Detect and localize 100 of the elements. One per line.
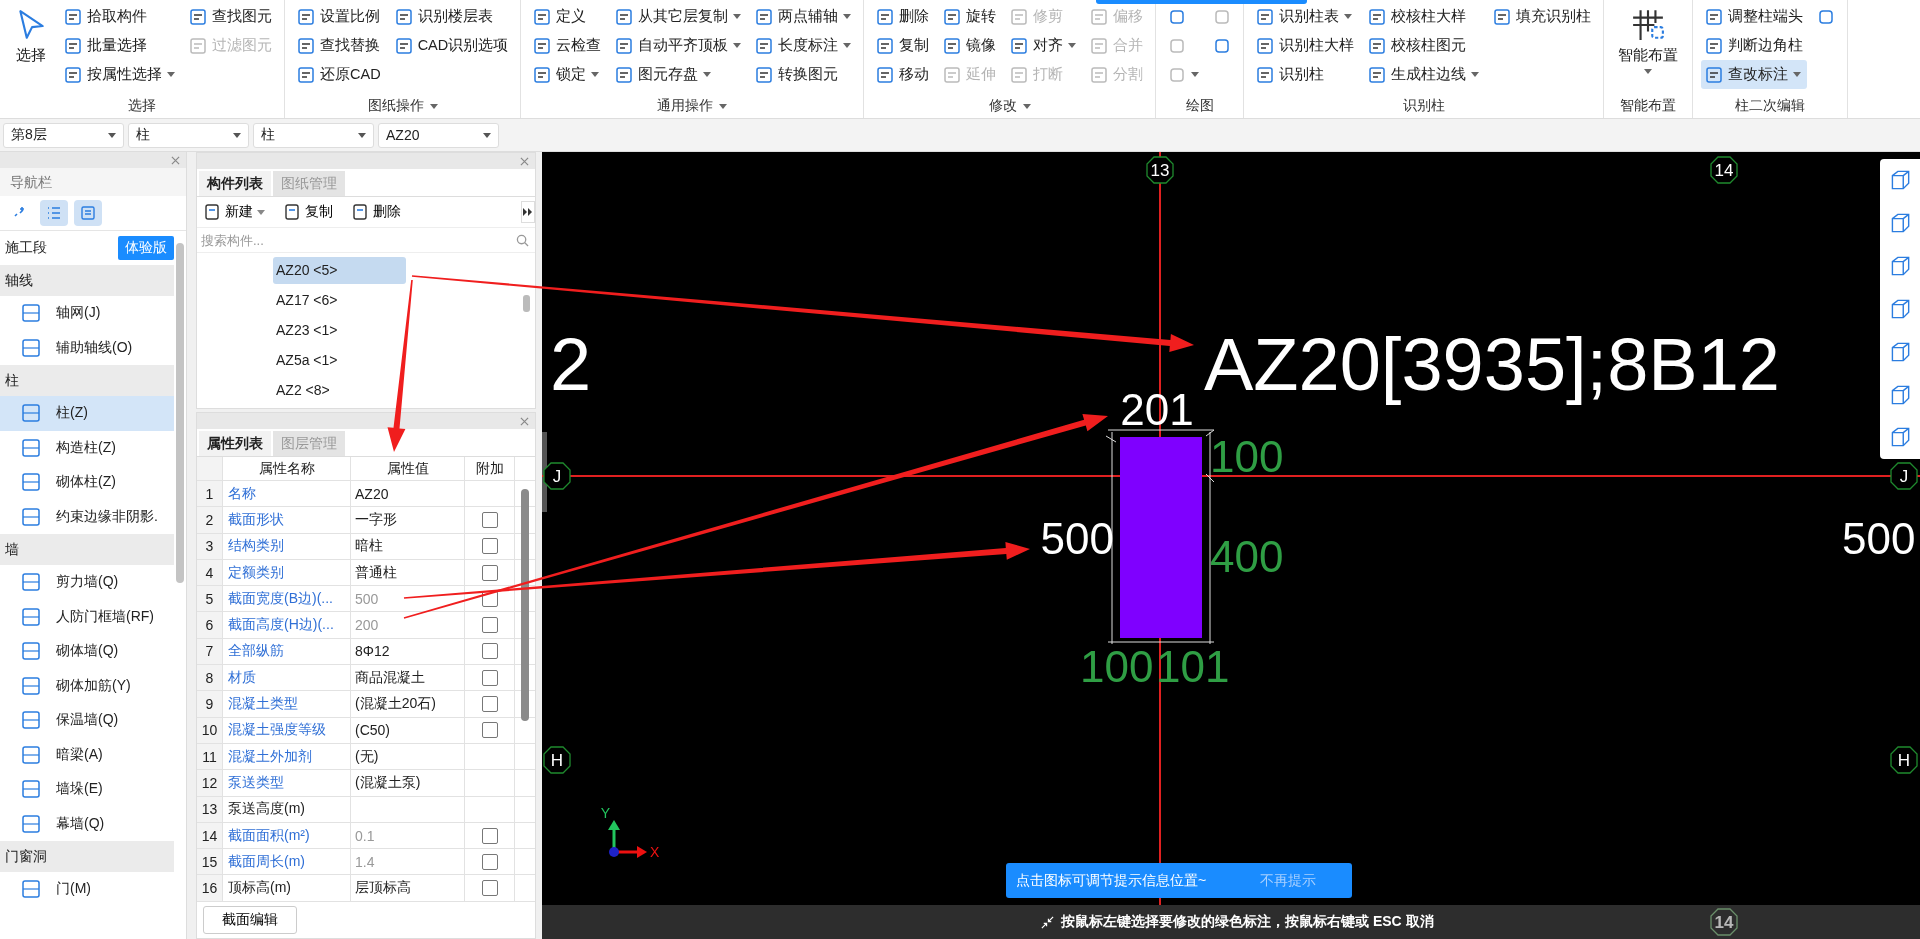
ribbon-button[interactable]: 批量选择	[60, 31, 179, 60]
view-toggle-button[interactable]	[74, 200, 102, 226]
property-value[interactable]: 一字形	[351, 507, 465, 533]
nav-item[interactable]: 轴网(J)	[0, 296, 174, 331]
ribbon-button[interactable]: 查找替换	[293, 31, 385, 60]
dimension-label[interactable]: 100	[1080, 641, 1154, 693]
ribbon-button[interactable]: 校核柱图元	[1364, 31, 1484, 60]
nav-item[interactable]: 约束边缘非阴影.	[0, 499, 174, 534]
section-edit-button[interactable]: 截面编辑	[203, 905, 297, 934]
ribbon-button[interactable]: 查改标注	[1701, 60, 1808, 89]
nav-item[interactable]: 砌体加筋(Y)	[0, 668, 174, 703]
ribbon-button[interactable]: 两点辅轴	[751, 2, 856, 31]
checkbox[interactable]	[481, 696, 498, 712]
ribbon-button[interactable]: 设置比例	[293, 2, 385, 31]
ribbon-button[interactable]: 按属性选择	[60, 60, 179, 89]
nav-item[interactable]: 辅助轴线(O)	[0, 330, 174, 365]
nav-section-header[interactable]: 轴线	[0, 265, 174, 296]
ribbon-button[interactable]: 转换图元	[751, 60, 856, 89]
panel-tab[interactable]: 属性列表	[199, 431, 271, 456]
axis-bubble[interactable]: J	[1890, 462, 1918, 490]
axis-bubble[interactable]: 13	[1146, 156, 1174, 184]
property-value[interactable]: (混凝土泵)	[351, 770, 465, 796]
ribbon-button[interactable]: 锁定	[529, 60, 606, 89]
nav-item[interactable]: 幕墙(Q)	[0, 806, 174, 841]
checkbox[interactable]	[481, 880, 498, 897]
close-icon[interactable]	[520, 416, 529, 426]
component-item[interactable]: AZ20 <5>	[273, 257, 406, 284]
checkbox[interactable]	[481, 617, 498, 634]
checkbox[interactable]	[481, 669, 498, 686]
checkbox[interactable]	[481, 511, 498, 528]
ribbon-button[interactable]: 复制	[872, 31, 934, 60]
nav-item[interactable]: 门(M)	[0, 872, 174, 907]
dimension-label[interactable]: 500	[1040, 513, 1114, 565]
checkbox[interactable]	[481, 827, 498, 844]
property-value[interactable]: 8Φ12	[351, 638, 465, 665]
property-value[interactable]: 暗柱	[351, 533, 465, 559]
select-field[interactable]: 柱	[253, 122, 374, 148]
ribbon-button[interactable]: 生成柱边线	[1364, 60, 1484, 89]
expand-button[interactable]	[521, 201, 535, 223]
dimension-label[interactable]: 400	[1210, 531, 1284, 583]
component-item[interactable]: AZ17 <6>	[273, 287, 406, 314]
toolbar-button[interactable]: 新建	[201, 203, 267, 221]
checkbox[interactable]	[481, 853, 498, 870]
checkbox[interactable]	[481, 722, 498, 739]
panel-tab[interactable]: 构件列表	[199, 171, 271, 196]
nav-item[interactable]: 构造柱(Z)	[0, 430, 174, 465]
nav-item[interactable]: 砌体墙(Q)	[0, 634, 174, 669]
property-value[interactable]: (无)	[351, 743, 465, 770]
ribbon-button[interactable]: 拾取构件	[60, 2, 179, 31]
ribbon-button[interactable]: 长度标注	[751, 31, 856, 60]
property-value[interactable]: 普通柱	[351, 559, 465, 586]
toolbar-button[interactable]: 复制	[281, 203, 335, 221]
ribbon-button[interactable]: 图元存盘	[611, 60, 746, 89]
ribbon-button[interactable]: 识别柱	[1252, 60, 1359, 89]
axis-bubble[interactable]: 14	[1710, 156, 1738, 184]
ribbon-button[interactable]: 云检查	[529, 31, 606, 60]
axis-bubble[interactable]: J	[543, 462, 571, 490]
nav-item[interactable]: 剪力墙(Q)	[0, 565, 174, 600]
checkbox[interactable]	[481, 643, 498, 660]
ribbon-button[interactable]: CAD识别选项	[390, 31, 513, 60]
toolbar-button[interactable]: 删除	[349, 203, 403, 221]
property-value[interactable]: 层顶标高	[351, 875, 465, 901]
scrollbar[interactable]	[523, 295, 530, 312]
scrollbar[interactable]	[176, 243, 184, 583]
dimension-label[interactable]: 500	[1842, 513, 1916, 565]
ribbon-button[interactable]: 删除	[872, 2, 934, 31]
view-toggle-button[interactable]	[40, 200, 68, 226]
ribbon-button[interactable]: 选择	[8, 2, 54, 90]
scrollbar[interactable]	[521, 489, 529, 721]
nav-item[interactable]: 砌体柱(Z)	[0, 465, 174, 500]
nav-item[interactable]: 柱(Z)	[0, 396, 174, 431]
property-value[interactable]: (混凝土20石)	[351, 691, 465, 717]
ribbon-button[interactable]: 自动平齐顶板	[611, 31, 746, 60]
ribbon-button[interactable]: 移动	[872, 60, 934, 89]
component-item[interactable]: AZ2 <8>	[273, 377, 406, 404]
checkbox[interactable]	[481, 564, 498, 581]
nav-item[interactable]: 保温墙(Q)	[0, 703, 174, 738]
ribbon-button[interactable]: 校核柱大样	[1364, 2, 1484, 31]
search-field[interactable]: 搜索构件...	[199, 231, 516, 249]
ribbon-button[interactable]: 对齐	[1006, 31, 1081, 60]
close-icon[interactable]	[520, 156, 529, 166]
nav-section-header[interactable]: 门窗洞	[0, 841, 174, 872]
ribbon-button[interactable]: 识别柱大样	[1252, 31, 1359, 60]
ribbon-button[interactable]: 智能布置	[1612, 2, 1685, 90]
ribbon-button[interactable]: 镜像	[939, 31, 1001, 60]
ribbon-button[interactable]: 从其它层复制	[611, 2, 746, 31]
ribbon-button[interactable]: 识别柱表	[1252, 2, 1359, 31]
close-icon[interactable]	[171, 155, 180, 165]
ribbon-button[interactable]: 查找图元	[185, 2, 276, 31]
cad-text[interactable]: AZ20[3935];8B12	[1204, 319, 1780, 411]
axis-bubble[interactable]: H	[543, 746, 571, 774]
ribbon-button[interactable]: 判断边角柱	[1701, 31, 1808, 60]
ribbon-button[interactable]: 还原CAD	[293, 60, 385, 89]
select-field[interactable]: AZ20	[378, 122, 499, 148]
property-value[interactable]: 商品混凝土	[351, 665, 465, 691]
property-value[interactable]: (C50)	[351, 717, 465, 743]
component-item[interactable]: AZ23 <1>	[273, 317, 406, 344]
nav-item[interactable]: 人防门框墙(RF)	[0, 599, 174, 634]
nav-item[interactable]: 暗梁(A)	[0, 737, 174, 772]
axis-bubble[interactable]: 14	[1709, 907, 1739, 937]
